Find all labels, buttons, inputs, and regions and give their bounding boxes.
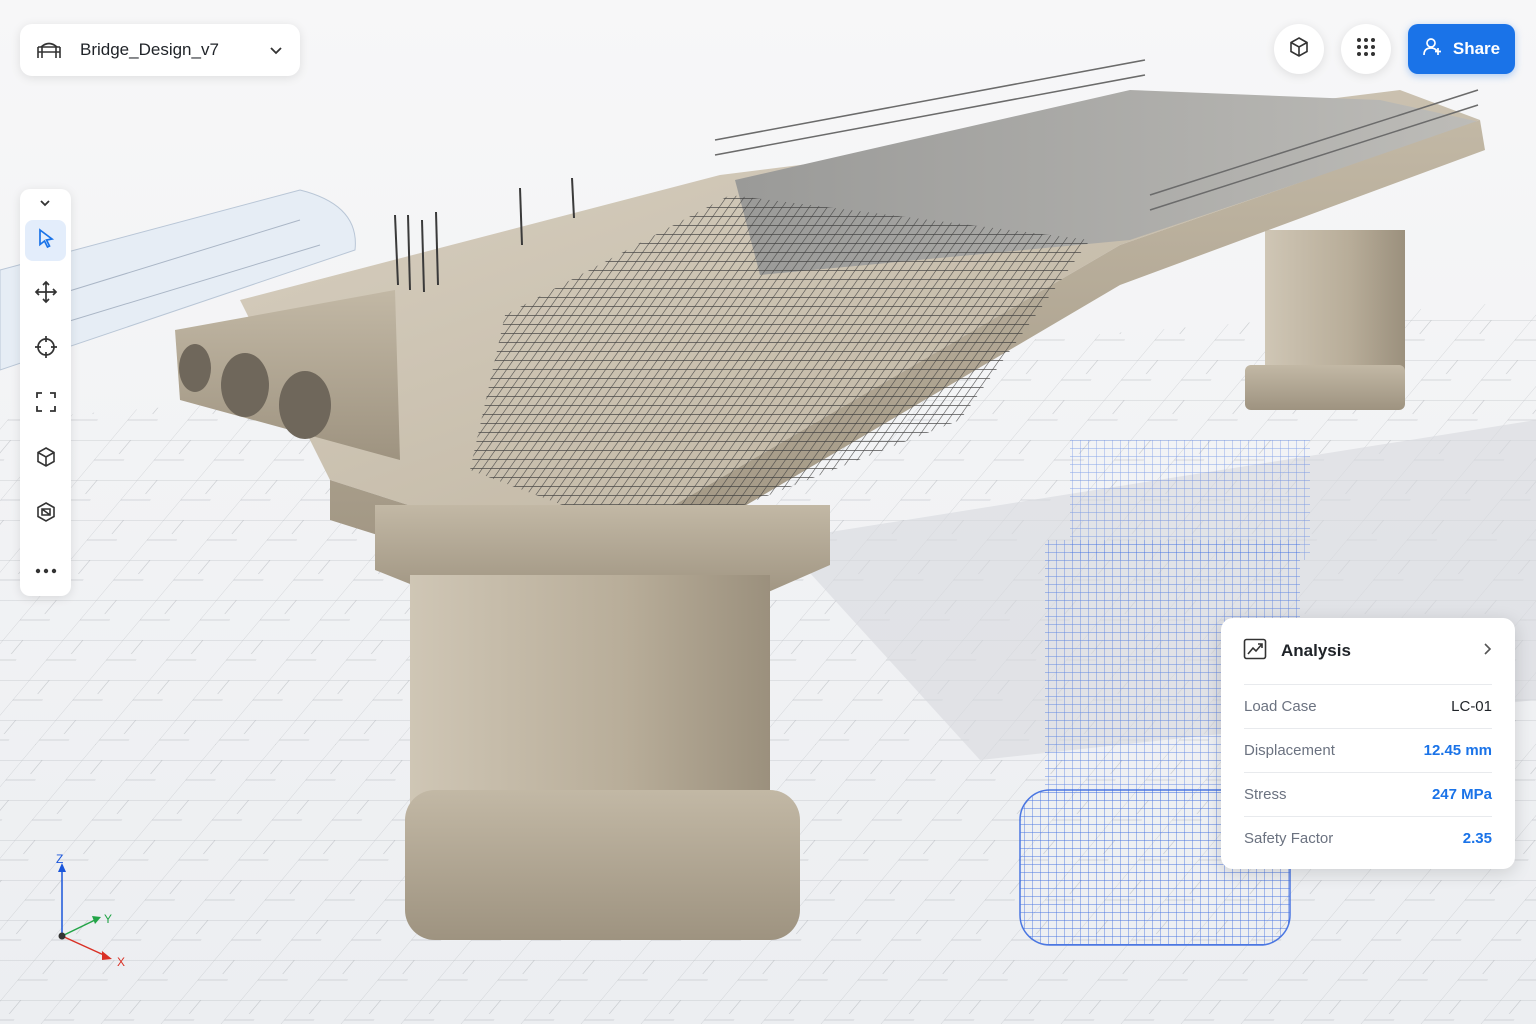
snap-tool[interactable] (25, 329, 66, 370)
analysis-header[interactable]: Analysis (1221, 618, 1515, 684)
move-icon (34, 280, 58, 309)
cube-icon (1288, 36, 1310, 63)
box-tool[interactable] (25, 439, 66, 480)
z-axis-label: Z (56, 852, 63, 866)
file-selector[interactable]: Bridge_Design_v7 (20, 24, 300, 76)
analysis-row-safety-factor: Safety Factor 2.35 (1244, 816, 1492, 860)
apps-button[interactable] (1341, 24, 1391, 74)
load-case-label: Load Case (1244, 698, 1317, 715)
chart-icon (1243, 638, 1267, 665)
share-label: Share (1452, 39, 1501, 58)
move-tool[interactable] (25, 274, 66, 315)
cursor-icon (35, 227, 57, 254)
x-axis-label: X (117, 955, 125, 969)
crosshair-icon (34, 335, 58, 364)
select-tool[interactable] (25, 220, 66, 261)
section-tool[interactable] (25, 494, 66, 535)
analysis-title: Analysis (1281, 641, 1351, 660)
chevron-down-icon (38, 196, 52, 215)
grid-icon (1356, 37, 1376, 62)
safety-factor-value: 2.35 (1462, 830, 1492, 847)
more-tools[interactable] (25, 549, 66, 590)
analysis-panel: Analysis Load Case LC-01 Displacement 12… (1221, 618, 1515, 869)
frame-tool[interactable] (25, 384, 66, 425)
analysis-row-stress: Stress 247 MPa (1244, 772, 1492, 816)
stress-value: 247 MPa (1431, 786, 1492, 803)
safety-factor-label: Safety Factor (1244, 830, 1334, 847)
bridge-icon (36, 39, 62, 61)
toolbar-collapse[interactable] (35, 197, 55, 213)
file-name: Bridge_Design_v7 (80, 40, 219, 59)
chevron-down-icon (268, 42, 284, 58)
user-icon (1423, 37, 1443, 62)
frame-icon (35, 391, 57, 418)
analysis-row-load-case: Load Case LC-01 (1244, 684, 1492, 728)
chevron-right-icon (1481, 641, 1493, 662)
more-icon (35, 561, 57, 579)
y-axis-label: Y (104, 912, 112, 926)
stress-label: Stress (1244, 786, 1287, 803)
displacement-label: Displacement (1244, 742, 1335, 759)
displacement-value: 12.45 mm (1423, 742, 1492, 759)
cube-icon (35, 446, 57, 473)
tool-palette (20, 189, 71, 596)
load-case-value: LC-01 (1451, 698, 1492, 715)
share-button[interactable]: Share (1408, 24, 1515, 74)
axis-gizmo: Z Y X (56, 852, 125, 969)
3d-viewport[interactable] (0, 0, 1536, 1024)
section-icon (35, 501, 57, 528)
view-cube-button[interactable] (1274, 24, 1324, 74)
analysis-row-displacement: Displacement 12.45 mm (1244, 728, 1492, 772)
